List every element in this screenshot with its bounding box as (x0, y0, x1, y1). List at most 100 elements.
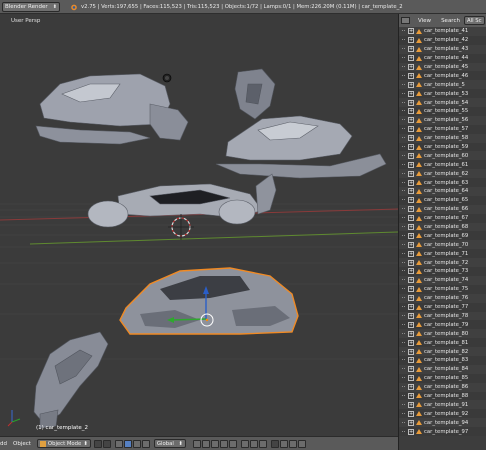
outliner-item[interactable]: + car_template_65 (399, 195, 486, 205)
expand-icon[interactable]: + (408, 241, 414, 248)
expand-icon[interactable]: + (408, 206, 414, 213)
expand-icon[interactable]: + (408, 428, 414, 435)
proportional-edit-icon[interactable] (288, 439, 297, 448)
expand-icon[interactable]: + (408, 321, 414, 328)
layer-button-4[interactable] (219, 439, 228, 448)
outliner-item[interactable]: + car_template_73 (399, 267, 486, 276)
outliner-item[interactable]: + car_template_75 (399, 284, 486, 294)
manipulator-toggle-icon[interactable] (114, 439, 123, 448)
expand-icon[interactable]: + (408, 419, 414, 426)
expand-icon[interactable]: + (408, 250, 414, 257)
translate-icon[interactable] (123, 439, 132, 448)
expand-icon[interactable]: + (408, 170, 414, 177)
expand-icon[interactable]: + (408, 375, 414, 382)
orientation-dropdown[interactable]: Global ⬍ (153, 439, 186, 448)
outliner-item[interactable]: + car_template_70 (399, 240, 486, 250)
expand-icon[interactable]: + (408, 357, 414, 364)
3d-viewport[interactable]: User Persp (1) car_template_2 (0, 14, 398, 436)
lock-icon[interactable] (270, 439, 279, 448)
expand-icon[interactable]: + (408, 259, 414, 266)
outliner-item[interactable]: + car_template_67 (399, 213, 486, 223)
outliner-item[interactable]: + car_template_97 (399, 427, 486, 436)
outliner-item[interactable]: + car_template_85 (399, 373, 486, 383)
expand-icon[interactable]: + (408, 28, 414, 35)
outliner-item[interactable]: + car_template_84 (399, 364, 486, 374)
expand-icon[interactable]: + (408, 81, 414, 88)
expand-icon[interactable]: + (408, 135, 414, 142)
expand-icon[interactable]: + (408, 384, 414, 391)
layer-button-8[interactable] (258, 439, 267, 448)
layer-button-7[interactable] (249, 439, 258, 448)
expand-icon[interactable]: + (408, 117, 414, 124)
expand-icon[interactable]: + (408, 108, 414, 115)
outliner-item[interactable]: + car_template_77 (399, 302, 486, 312)
outliner-item[interactable]: + car_template_62 (399, 169, 486, 179)
outliner-item[interactable]: + car_template_94 (399, 418, 486, 428)
outliner-item[interactable]: + car_template_82 (399, 347, 486, 356)
expand-icon[interactable]: + (408, 161, 414, 168)
layer-button-2[interactable] (201, 439, 210, 448)
outliner-item[interactable]: + car_template_5 (399, 80, 486, 90)
outliner-item[interactable]: + car_template_68 (399, 222, 486, 232)
layer-button-3[interactable] (210, 439, 219, 448)
snap-icon[interactable] (297, 439, 306, 448)
outliner-item[interactable]: + car_template_66 (399, 204, 486, 214)
expand-icon[interactable]: + (408, 126, 414, 133)
expand-icon[interactable]: + (408, 268, 414, 275)
outliner-item[interactable]: + car_template_58 (399, 133, 486, 143)
expand-icon[interactable]: + (408, 312, 414, 319)
outliner-item[interactable]: + car_template_41 (399, 27, 486, 36)
pivot-point-icon[interactable] (102, 439, 111, 448)
outliner-item[interactable]: + car_template_45 (399, 62, 486, 72)
expand-icon[interactable]: + (408, 392, 414, 399)
outliner-item[interactable]: + car_template_61 (399, 160, 486, 170)
outliner-item[interactable]: + car_template_53 (399, 89, 486, 99)
outliner-item[interactable]: + car_template_60 (399, 151, 486, 161)
outliner-item[interactable]: + car_template_83 (399, 355, 486, 365)
outliner-item[interactable]: + car_template_59 (399, 142, 486, 152)
outliner-item[interactable]: + car_template_43 (399, 44, 486, 54)
display-mode-dropdown[interactable]: All Sc (463, 16, 485, 25)
outliner-item[interactable]: + car_template_54 (399, 98, 486, 108)
outliner-item[interactable]: + car_template_64 (399, 187, 486, 196)
expand-icon[interactable]: + (408, 55, 414, 62)
expand-icon[interactable]: + (408, 304, 414, 311)
expand-icon[interactable]: + (408, 179, 414, 186)
expand-icon[interactable]: + (408, 72, 414, 79)
outliner-item[interactable]: + car_template_69 (399, 231, 486, 241)
add-menu-cut[interactable]: dd (0, 441, 7, 447)
outliner-item[interactable]: + car_template_92 (399, 409, 486, 419)
scale-icon[interactable] (141, 439, 150, 448)
outliner-item[interactable]: + car_template_80 (399, 329, 486, 339)
expand-icon[interactable]: + (408, 224, 414, 231)
expand-icon[interactable]: + (408, 188, 414, 195)
viewport-shading-icon[interactable] (93, 439, 102, 448)
mode-dropdown[interactable]: Object Mode ⬍ (36, 439, 91, 448)
object-menu[interactable]: Object (13, 441, 31, 447)
outliner-item[interactable]: + car_template_46 (399, 71, 486, 81)
outliner-item[interactable]: + car_template_71 (399, 249, 486, 259)
outliner-item[interactable]: + car_template_57 (399, 124, 486, 134)
rotate-icon[interactable] (132, 439, 141, 448)
outliner-item[interactable]: + car_template_42 (399, 35, 486, 45)
outliner-item[interactable]: + car_template_74 (399, 275, 486, 285)
outliner-item[interactable]: + car_template_79 (399, 320, 486, 330)
expand-icon[interactable]: + (408, 46, 414, 53)
layer-button-6[interactable] (240, 439, 249, 448)
expand-icon[interactable]: + (408, 295, 414, 302)
outliner-item[interactable]: + car_template_55 (399, 107, 486, 116)
outliner-item[interactable]: + car_template_88 (399, 391, 486, 401)
outliner-item[interactable]: + car_template_56 (399, 115, 486, 125)
outliner-menu-view[interactable]: View (418, 18, 431, 24)
expand-icon[interactable]: + (408, 64, 414, 70)
expand-icon[interactable]: + (408, 277, 414, 284)
expand-icon[interactable]: + (408, 90, 414, 97)
expand-icon[interactable]: + (408, 37, 414, 44)
outliner-item[interactable]: + car_template_81 (399, 338, 486, 348)
expand-icon[interactable]: + (408, 197, 414, 204)
expand-icon[interactable]: + (408, 232, 414, 239)
outliner-menu-search[interactable]: Search (441, 18, 460, 24)
outliner-item[interactable]: + car_template_72 (399, 258, 486, 268)
outliner-item[interactable]: + car_template_76 (399, 293, 486, 303)
outliner-item[interactable]: + car_template_44 (399, 53, 486, 63)
